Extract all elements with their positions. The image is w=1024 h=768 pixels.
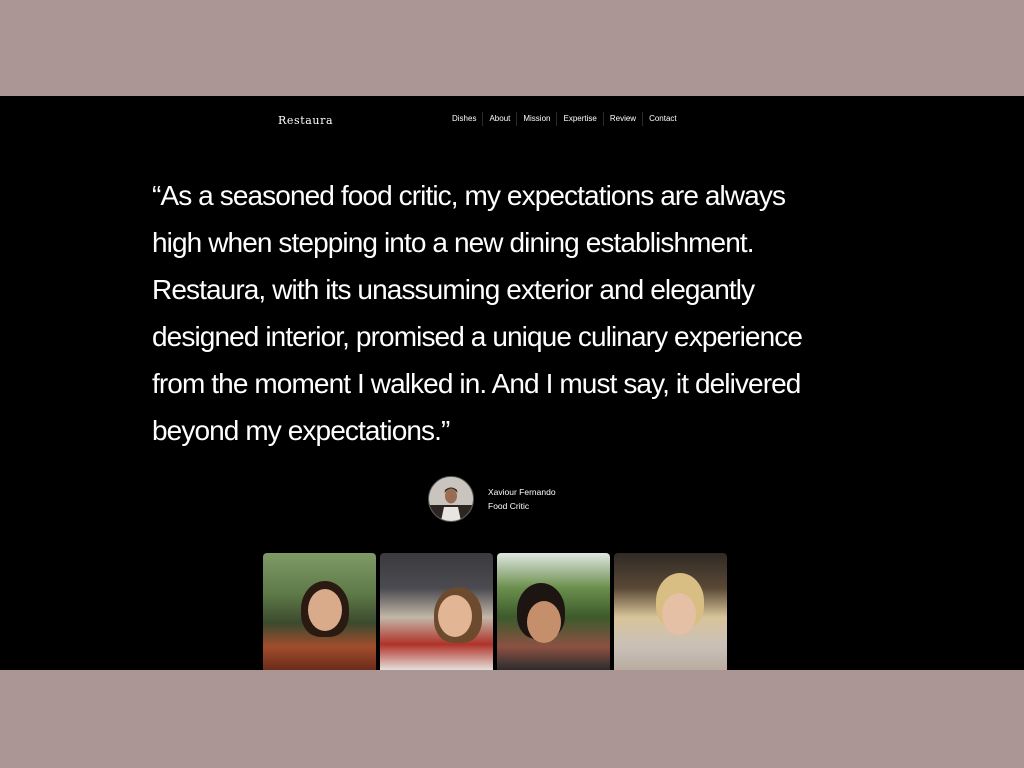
main-nav: Dishes About Mission Expertise Review Co… xyxy=(446,112,683,126)
nav-item-about[interactable]: About xyxy=(482,112,516,126)
nav-item-mission[interactable]: Mission xyxy=(516,112,556,126)
author-role: Food Critic xyxy=(488,501,530,511)
gallery-photo-woman-eating-sandwich xyxy=(614,553,727,670)
brand-logo[interactable]: Restaura xyxy=(278,114,333,127)
gallery-photo-woman-eating-fries xyxy=(380,553,493,670)
avatar-portrait-icon xyxy=(429,477,473,521)
review-author: Xaviour Fernando Food Critic xyxy=(428,476,556,522)
photo-gallery xyxy=(263,553,727,670)
review-quote: “As a seasoned food critic, my expectati… xyxy=(152,180,803,446)
author-avatar xyxy=(428,476,474,522)
nav-item-contact[interactable]: Contact xyxy=(642,112,683,126)
author-info: Xaviour Fernando Food Critic xyxy=(488,485,556,513)
gallery-photo-woman-eating-burger xyxy=(497,553,610,670)
nav-item-dishes[interactable]: Dishes xyxy=(446,112,482,126)
nav-item-expertise[interactable]: Expertise xyxy=(556,112,602,126)
review-section: Restaura Dishes About Mission Expertise … xyxy=(0,96,1024,670)
author-name: Xaviour Fernando xyxy=(488,487,556,497)
nav-item-review[interactable]: Review xyxy=(602,112,642,126)
gallery-photo-woman-eating-noodles xyxy=(263,553,376,670)
